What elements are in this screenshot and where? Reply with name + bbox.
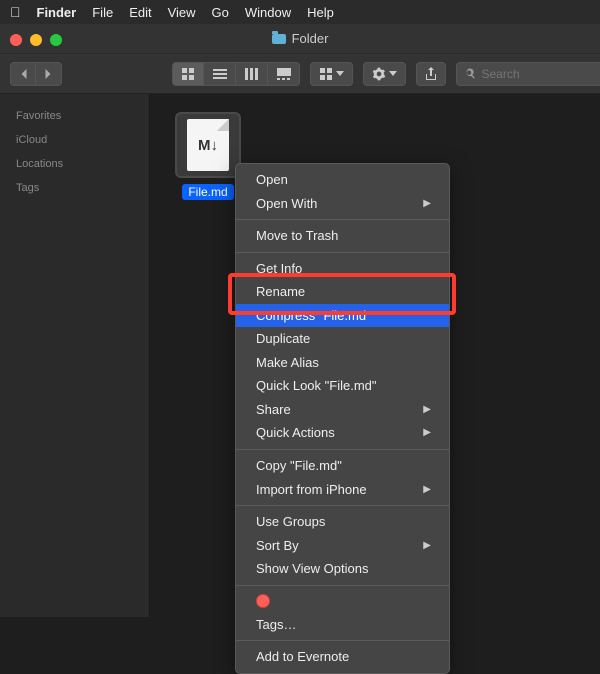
system-menubar:  Finder File Edit View Go Window Help (0, 0, 600, 24)
zoom-button[interactable] (50, 34, 62, 46)
submenu-arrow-icon: ▶ (423, 483, 431, 497)
context-menu-item-label: Copy "File.md" (256, 457, 342, 475)
context-menu-separator (236, 252, 449, 253)
context-menu-item-label: Duplicate (256, 330, 310, 348)
context-menu-item[interactable]: Compress "File.md" (236, 304, 449, 328)
context-menu-item[interactable]: Show View Options (236, 557, 449, 581)
icon-view-button[interactable] (172, 62, 204, 86)
context-menu-item[interactable]: Duplicate (236, 327, 449, 351)
chevron-down-icon (336, 71, 344, 76)
context-menu-item-label: Get Info (256, 260, 302, 278)
search-icon (465, 68, 476, 80)
column-view-button[interactable] (236, 62, 268, 86)
context-menu-item[interactable]: Copy "File.md" (236, 454, 449, 478)
window-controls (10, 34, 62, 46)
context-menu-item[interactable]: Add to Evernote (236, 645, 449, 669)
sidebar-section-locations[interactable]: Locations (0, 152, 149, 176)
menu-go[interactable]: Go (212, 5, 229, 20)
context-menu-separator (236, 505, 449, 506)
submenu-arrow-icon: ▶ (423, 539, 431, 553)
context-menu-tags-swatches[interactable] (236, 590, 449, 613)
toolbar (0, 54, 600, 94)
context-menu-item-label: Quick Actions (256, 424, 335, 442)
submenu-arrow-icon: ▶ (423, 426, 431, 440)
menu-help[interactable]: Help (307, 5, 334, 20)
apple-menu-icon[interactable]:  (10, 4, 21, 20)
context-menu-item-label: Use Groups (256, 513, 325, 531)
sidebar-section-tags[interactable]: Tags (0, 176, 149, 200)
context-menu-item[interactable]: Import from iPhone ▶ (236, 478, 449, 502)
minimize-button[interactable] (30, 34, 42, 46)
context-menu-separator (236, 585, 449, 586)
chevron-down-icon (389, 71, 397, 76)
context-menu-item-label: Compress "File.md" (256, 307, 371, 325)
context-menu-item[interactable]: Open With ▶ (236, 192, 449, 216)
context-menu-item[interactable]: Move to Trash (236, 224, 449, 248)
forward-button[interactable] (36, 62, 62, 86)
context-menu-item[interactable]: Quick Actions ▶ (236, 421, 449, 445)
context-menu-item-label: Import from iPhone (256, 481, 367, 499)
context-menu-item-label: Make Alias (256, 354, 319, 372)
context-menu-item-label: Show View Options (256, 560, 369, 578)
window-title: Folder (292, 31, 329, 46)
context-menu-item[interactable]: Tags… (236, 613, 449, 637)
menu-window[interactable]: Window (245, 5, 291, 20)
file-icon: M↓ (175, 112, 241, 178)
context-menu-item[interactable]: Share ▶ (236, 398, 449, 422)
context-menu-item-label: Open (256, 171, 288, 189)
sidebar-section-favorites[interactable]: Favorites (0, 104, 149, 128)
context-menu-item[interactable]: Quick Look "File.md" (236, 374, 449, 398)
context-menu: Open Open With ▶ Move to Trash Get Info Renam… (235, 163, 450, 674)
context-menu-item-label: Quick Look "File.md" (256, 377, 377, 395)
sidebar-section-icloud[interactable]: iCloud (0, 128, 149, 152)
back-button[interactable] (10, 62, 36, 86)
menu-view[interactable]: View (168, 5, 196, 20)
context-menu-item[interactable]: Get Info (236, 257, 449, 281)
context-menu-item-label: Move to Trash (256, 227, 338, 245)
submenu-arrow-icon: ▶ (423, 197, 431, 211)
context-menu-item[interactable]: Sort By ▶ (236, 534, 449, 558)
submenu-arrow-icon: ▶ (423, 403, 431, 417)
share-button[interactable] (416, 62, 446, 86)
search-field[interactable] (456, 62, 600, 86)
gallery-view-button[interactable] (268, 62, 300, 86)
context-menu-item[interactable]: Open (236, 168, 449, 192)
context-menu-item-label: Open With (256, 195, 317, 213)
context-menu-item-label: Share (256, 401, 291, 419)
file-name-label[interactable]: File.md (182, 184, 233, 200)
view-mode-group (172, 62, 300, 86)
context-menu-item[interactable]: Rename (236, 280, 449, 304)
menu-edit[interactable]: Edit (129, 5, 151, 20)
context-menu-item-label: Sort By (256, 537, 299, 555)
folder-icon (272, 34, 286, 44)
context-menu-item-label: Rename (256, 283, 305, 301)
group-by-button[interactable] (310, 62, 353, 86)
app-menu[interactable]: Finder (37, 5, 77, 20)
action-menu-button[interactable] (363, 62, 406, 86)
list-view-button[interactable] (204, 62, 236, 86)
context-menu-separator (236, 219, 449, 220)
context-menu-item-label: Tags… (256, 616, 296, 634)
file-glyph: M↓ (198, 137, 218, 154)
menu-file[interactable]: File (92, 5, 113, 20)
context-menu-separator (236, 449, 449, 450)
context-menu-item[interactable]: Use Groups (236, 510, 449, 534)
context-menu-item[interactable]: Make Alias (236, 351, 449, 375)
title-bar: Folder (0, 24, 600, 54)
search-input[interactable] (482, 67, 598, 81)
context-menu-item-label: Add to Evernote (256, 648, 349, 666)
nav-buttons (10, 62, 62, 86)
context-menu-separator (236, 640, 449, 641)
close-button[interactable] (10, 34, 22, 46)
sidebar: Favorites iCloud Locations Tags (0, 94, 150, 617)
tag-color-red[interactable] (256, 594, 270, 608)
